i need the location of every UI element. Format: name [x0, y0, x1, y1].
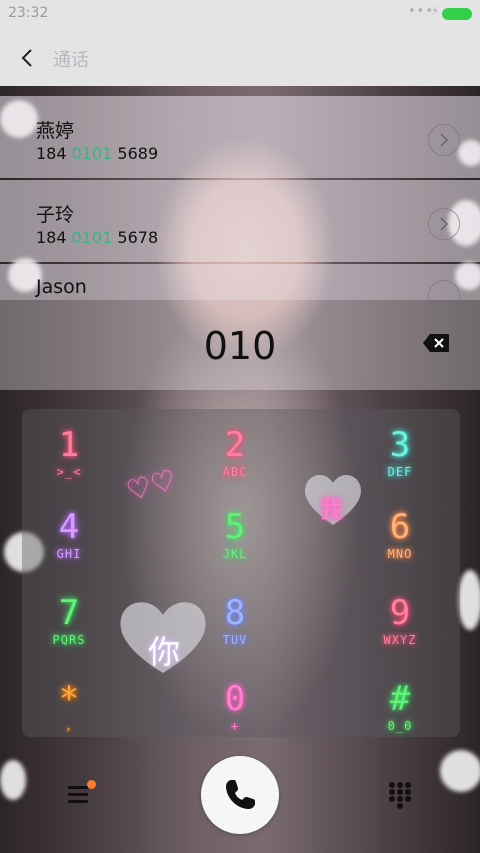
contact-detail-button[interactable]	[428, 208, 460, 240]
dialpad: 我 你 ♡♡ 1 >_< 2 ABC 3 DEF 4 GHI 5 JKL 6 M…	[22, 409, 460, 737]
app-header: 通话	[0, 28, 480, 86]
key-8[interactable]: 8 TUV	[180, 593, 290, 671]
dialpad-icon	[389, 782, 411, 809]
key-1[interactable]: 1 >_<	[14, 425, 124, 503]
contact-name: 子玲	[36, 204, 75, 226]
backspace-button[interactable]	[422, 333, 450, 353]
contact-row[interactable]: 子玲 184 0101 5678	[0, 180, 480, 262]
page-title: 通话	[53, 50, 89, 71]
status-time: 23:32	[8, 5, 49, 21]
chevron-left-icon	[21, 49, 32, 67]
contact-number: 184 0101 5678	[36, 228, 159, 247]
key-9[interactable]: 9 WXYZ	[345, 593, 455, 671]
key-3[interactable]: 3 DEF	[345, 425, 455, 503]
chevron-right-icon	[440, 133, 449, 147]
key-7[interactable]: 7 PQRS	[14, 593, 124, 671]
contact-number: 184 0101 5689	[36, 144, 159, 163]
phone-icon	[226, 780, 255, 809]
key-5[interactable]: 5 JKL	[180, 507, 290, 585]
notification-dot	[87, 780, 96, 789]
contact-detail-button[interactable]	[428, 124, 460, 156]
back-button[interactable]	[14, 44, 42, 72]
call-button[interactable]	[201, 756, 279, 834]
heart-sticker-char: 我	[319, 495, 343, 523]
battery-icon	[442, 8, 472, 20]
neon-hearts-icon: ♡♡	[122, 463, 180, 508]
contact-name: Jason	[36, 276, 87, 298]
status-bar: 23:32 ••• ⚡	[0, 0, 480, 28]
backspace-icon	[423, 334, 449, 352]
bokeh-light	[458, 570, 480, 630]
contact-name: 燕婷	[36, 120, 75, 142]
bokeh-light	[0, 760, 26, 800]
key-hash[interactable]: # 0_0	[345, 679, 455, 757]
contact-row[interactable]: Jason	[0, 264, 480, 300]
charging-icon: ⚡	[431, 4, 440, 18]
dialed-number: 010	[203, 324, 277, 368]
contact-detail-button[interactable]	[428, 280, 460, 300]
dialpad-toggle-button[interactable]	[385, 780, 415, 810]
chevron-right-icon	[440, 217, 449, 231]
key-4[interactable]: 4 GHI	[14, 507, 124, 585]
key-star[interactable]: * ,	[14, 679, 124, 757]
key-2[interactable]: 2 ABC	[180, 425, 290, 503]
heart-sticker-char: 你	[148, 633, 181, 671]
key-6[interactable]: 6 MNO	[345, 507, 455, 585]
key-0[interactable]: 0 +	[180, 679, 290, 757]
contact-row[interactable]: 燕婷 184 0101 5689	[0, 96, 480, 178]
